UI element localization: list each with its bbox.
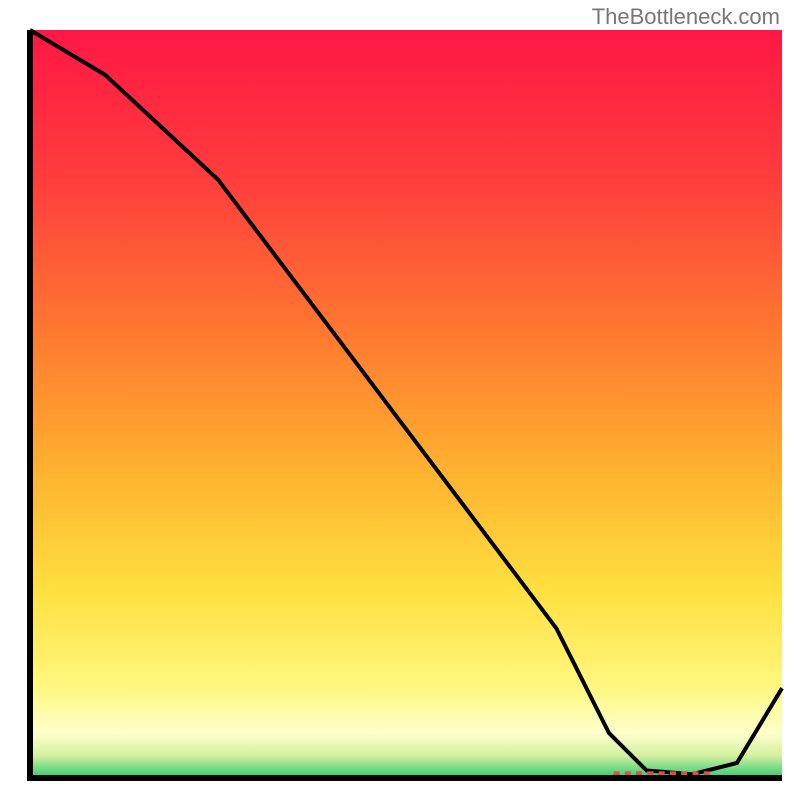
chart-container: TheBottleneck.com <box>0 0 800 800</box>
chart-svg <box>0 0 800 800</box>
plot-area <box>30 30 782 778</box>
plot-background <box>30 30 782 778</box>
watermark-text: TheBottleneck.com <box>592 4 780 30</box>
